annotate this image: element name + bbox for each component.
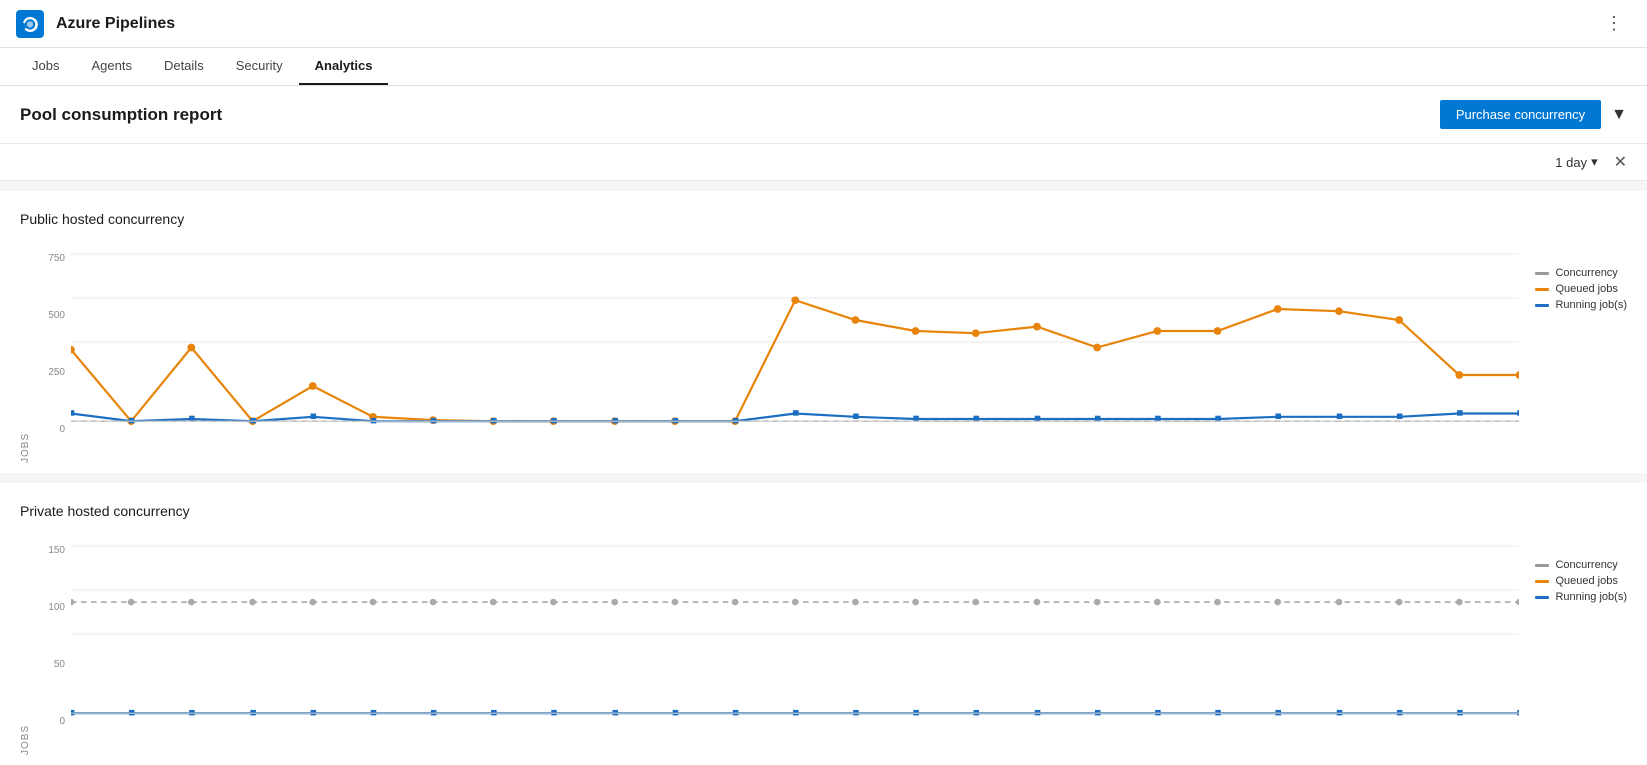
page-header: Pool consumption report Purchase concurr… [0, 86, 1647, 144]
app-title: Azure Pipelines [56, 15, 175, 33]
private-legend-queued: Queued jobs [1535, 575, 1627, 587]
public-y-ticks: 7505002500 [35, 243, 71, 463]
nav-item-details[interactable]: Details [148, 48, 220, 85]
filter-icon[interactable]: ▼ [1611, 106, 1627, 124]
legend-queued: Queued jobs [1535, 283, 1627, 295]
private-chart-area: 13:0014:0015:0016:0017:0018:0019:0020:00… [71, 535, 1519, 755]
private-concurrency-chart-section: Private hosted concurrency JOBS 15010050… [0, 483, 1647, 765]
public-chart-legend: Concurrency Queued jobs Running job(s) [1535, 243, 1627, 463]
running-color [1535, 304, 1549, 307]
legend-concurrency: Concurrency [1535, 267, 1627, 279]
app-logo [16, 10, 44, 38]
nav-item-agents[interactable]: Agents [75, 48, 147, 85]
header-actions: ⋮ [1597, 9, 1631, 38]
nav-item-analytics[interactable]: Analytics [299, 48, 389, 85]
queued-color [1535, 288, 1549, 291]
private-chart-legend: Concurrency Queued jobs Running job(s) [1535, 535, 1627, 755]
page-title: Pool consumption report [20, 105, 1440, 125]
nav-item-jobs[interactable]: Jobs [16, 48, 75, 85]
private-chart-container: JOBS 150100500 [20, 535, 1627, 755]
main-nav: Jobs Agents Details Security Analytics [0, 48, 1647, 86]
public-chart-container: JOBS 7505002500 [20, 243, 1627, 463]
toolbar: 1 day ▾ ✕ [0, 144, 1647, 181]
close-button[interactable]: ✕ [1614, 152, 1627, 172]
public-chart-svg [71, 243, 1519, 463]
app-header: Azure Pipelines ⋮ [0, 0, 1647, 48]
private-legend-running: Running job(s) [1535, 591, 1627, 603]
content-area: Public hosted concurrency JOBS 750500250… [0, 191, 1647, 765]
concurrency-color [1535, 272, 1549, 275]
legend-running: Running job(s) [1535, 299, 1627, 311]
public-y-axis-label: JOBS [20, 243, 31, 463]
private-y-axis-label: JOBS [20, 535, 31, 755]
public-concurrency-chart-section: Public hosted concurrency JOBS 750500250… [0, 191, 1647, 473]
public-chart-area: 13:0014:0015:0016:0017:0018:0019:0020:00… [71, 243, 1519, 463]
private-chart-title: Private hosted concurrency [20, 503, 1627, 519]
public-chart-title: Public hosted concurrency [20, 211, 1627, 227]
private-legend-concurrency: Concurrency [1535, 559, 1627, 571]
nav-item-security[interactable]: Security [220, 48, 299, 85]
purchase-concurrency-button[interactable]: Purchase concurrency [1440, 100, 1601, 129]
kebab-menu-button[interactable]: ⋮ [1597, 9, 1631, 38]
day-selector[interactable]: 1 day ▾ [1555, 154, 1597, 170]
private-y-ticks: 150100500 [35, 535, 71, 755]
private-chart-svg [71, 535, 1519, 755]
